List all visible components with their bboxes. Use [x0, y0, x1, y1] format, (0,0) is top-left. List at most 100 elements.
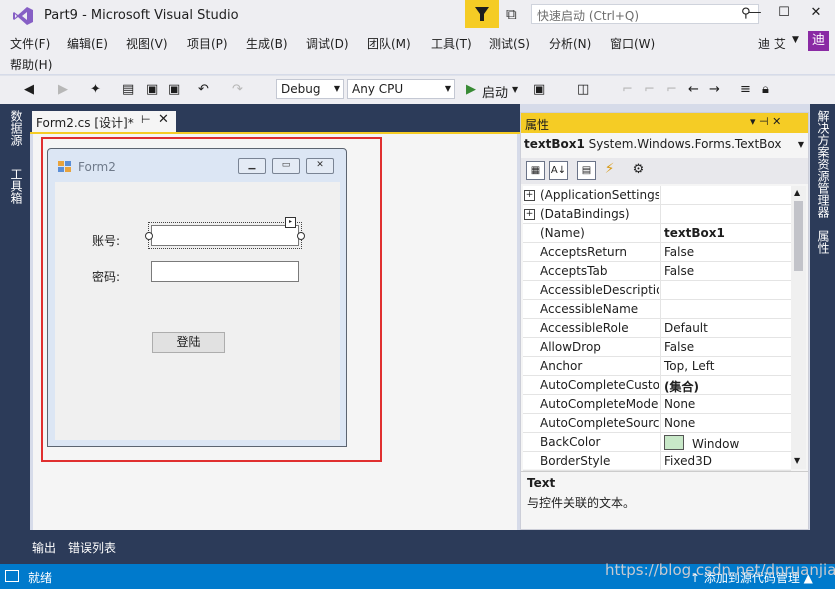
property-row[interactable]: + (ApplicationSettings) — [523, 186, 791, 205]
form-client-area[interactable] — [55, 182, 340, 440]
categorized-icon[interactable]: ▦ — [526, 161, 545, 180]
property-value[interactable]: None — [664, 397, 695, 411]
start-icon[interactable]: ▶ — [466, 82, 476, 97]
properties-window-buttons[interactable]: ▾ ⊣ ✕ — [750, 115, 781, 128]
property-row[interactable]: AcceptsReturn False — [523, 243, 791, 262]
property-pages-icon[interactable]: ⚙ — [629, 161, 648, 180]
property-value[interactable]: Top, Left — [664, 359, 714, 373]
form-close-button[interactable]: ✕ — [306, 158, 334, 174]
property-row[interactable]: Anchor Top, Left — [523, 357, 791, 376]
tab-output[interactable]: 输出 — [32, 539, 56, 556]
form-minimize-button[interactable]: ▁ — [238, 158, 266, 174]
property-value[interactable]: False — [664, 264, 694, 278]
tab-error-list[interactable]: 错误列表 — [68, 539, 116, 556]
menu-file[interactable]: 文件(F) — [10, 35, 50, 52]
close-button[interactable]: ✕ — [806, 5, 826, 20]
account-textbox[interactable] — [151, 225, 299, 246]
avatar[interactable]: 迪 — [808, 31, 829, 51]
save-icon[interactable]: ▣ — [146, 82, 158, 97]
undo-icon[interactable]: ↶ — [198, 82, 209, 97]
smart-tag-icon[interactable]: ▸ — [285, 217, 296, 228]
resize-handle-left[interactable] — [145, 232, 153, 240]
scroll-up-icon[interactable]: ▲ — [794, 188, 800, 197]
expand-icon[interactable]: + — [524, 190, 535, 201]
start-button[interactable]: 启动 — [482, 82, 508, 101]
property-value[interactable]: Default — [664, 321, 708, 335]
tab-data-sources[interactable]: 数据源 — [8, 110, 25, 146]
maximize-button[interactable]: ☐ — [774, 5, 794, 20]
solution-config-select[interactable]: Debug ▼ — [276, 79, 344, 99]
user-name[interactable]: 迪 艾 — [758, 35, 786, 52]
pin-icon[interactable]: ⊢ — [141, 113, 151, 126]
chevron-down-icon[interactable]: ▼ — [792, 35, 799, 45]
properties-view-icon[interactable]: ▤ — [577, 161, 596, 180]
property-row[interactable]: AcceptsTab False — [523, 262, 791, 281]
menu-test[interactable]: 测试(S) — [489, 35, 530, 52]
column-divider — [660, 281, 661, 300]
menu-edit[interactable]: 编辑(E) — [67, 35, 108, 52]
property-row[interactable]: AccessibleDescriptio — [523, 281, 791, 300]
redo-icon[interactable]: ↷ — [232, 82, 243, 97]
back-icon[interactable]: ◀ — [24, 82, 34, 97]
property-value[interactable]: None — [664, 416, 695, 430]
alphabetical-icon[interactable]: A↓ — [549, 161, 568, 180]
menu-help[interactable]: 帮助(H) — [10, 56, 52, 73]
forward-icon[interactable]: ▶ — [58, 82, 68, 97]
lock-icon[interactable]: 🔒︎ — [762, 82, 769, 97]
password-textbox[interactable] — [151, 261, 299, 282]
menu-team[interactable]: 团队(M) — [367, 35, 411, 52]
tab-toolbox[interactable]: 工具箱 — [8, 168, 25, 204]
close-tab-icon[interactable]: ✕ — [158, 112, 169, 127]
tab-properties[interactable]: 属性 — [815, 230, 832, 254]
feedback-icon[interactable]: ⧉ — [506, 5, 517, 23]
property-value[interactable]: False — [664, 340, 694, 354]
property-row[interactable]: + (DataBindings) — [523, 205, 791, 224]
property-row[interactable]: AutoCompleteMode None — [523, 395, 791, 414]
save-all-icon[interactable]: ▣ — [168, 82, 180, 97]
menu-view[interactable]: 视图(V) — [126, 35, 168, 52]
menu-debug[interactable]: 调试(D) — [306, 35, 349, 52]
browser-link-icon[interactable]: ▣ — [533, 82, 545, 97]
bookmark-prev-icon[interactable]: ⌐ — [644, 82, 655, 97]
scroll-down-icon[interactable]: ▼ — [794, 456, 800, 465]
property-row[interactable]: AccessibleName — [523, 300, 791, 319]
menu-tools[interactable]: 工具(T) — [431, 35, 472, 52]
property-value[interactable]: Window — [664, 435, 739, 451]
chevron-down-icon[interactable]: ▼ — [512, 85, 518, 94]
property-value[interactable]: textBox1 — [664, 226, 725, 240]
menu-window[interactable]: 窗口(W) — [610, 35, 655, 52]
new-project-icon[interactable]: ✦ — [90, 82, 101, 97]
property-value[interactable]: (集合) — [664, 378, 699, 395]
scroll-thumb[interactable] — [794, 201, 803, 271]
form-maximize-button[interactable]: ▭ — [272, 158, 300, 174]
platform-select[interactable]: Any CPU ▼ — [347, 79, 455, 99]
property-row[interactable]: (Name) textBox1 — [523, 224, 791, 243]
quick-launch-input[interactable]: 快速启动 (Ctrl+Q) — [531, 4, 759, 24]
property-value[interactable]: False — [664, 245, 694, 259]
minimize-button[interactable]: — — [745, 5, 765, 20]
bookmark-next-icon[interactable]: ⌐ — [666, 82, 677, 97]
property-row[interactable]: AllowDrop False — [523, 338, 791, 357]
property-row[interactable]: BorderStyle Fixed3D — [523, 452, 791, 471]
expand-icon[interactable]: + — [524, 209, 535, 220]
property-value[interactable]: Fixed3D — [664, 454, 712, 468]
arrow-right-icon[interactable]: → — [709, 82, 720, 97]
property-row[interactable]: AccessibleRole Default — [523, 319, 791, 338]
resize-handle-right[interactable] — [297, 232, 305, 240]
menu-analyze[interactable]: 分析(N) — [549, 35, 591, 52]
events-icon[interactable]: ⚡ — [600, 161, 619, 180]
tab-solution-explorer[interactable]: 解决方案资源管理器 — [815, 110, 832, 218]
layout-icon[interactable]: ◫ — [577, 82, 589, 97]
menu-build[interactable]: 生成(B) — [246, 35, 288, 52]
property-row[interactable]: AutoCompleteCustor (集合) — [523, 376, 791, 395]
object-selector[interactable]: textBox1 System.Windows.Forms.TextBox ▼ — [524, 137, 806, 156]
property-row[interactable]: BackColor Window — [523, 433, 791, 452]
open-file-icon[interactable]: ▤ — [122, 82, 134, 97]
notification-filter-button[interactable] — [465, 0, 499, 28]
menu-project[interactable]: 项目(P) — [187, 35, 228, 52]
bookmark-icon[interactable]: ⌐ — [622, 82, 633, 97]
arrow-left-icon[interactable]: ← — [688, 82, 699, 97]
align-icon[interactable]: ≡ — [740, 82, 751, 97]
login-button[interactable]: 登陆 — [152, 332, 225, 353]
property-row[interactable]: AutoCompleteSource None — [523, 414, 791, 433]
